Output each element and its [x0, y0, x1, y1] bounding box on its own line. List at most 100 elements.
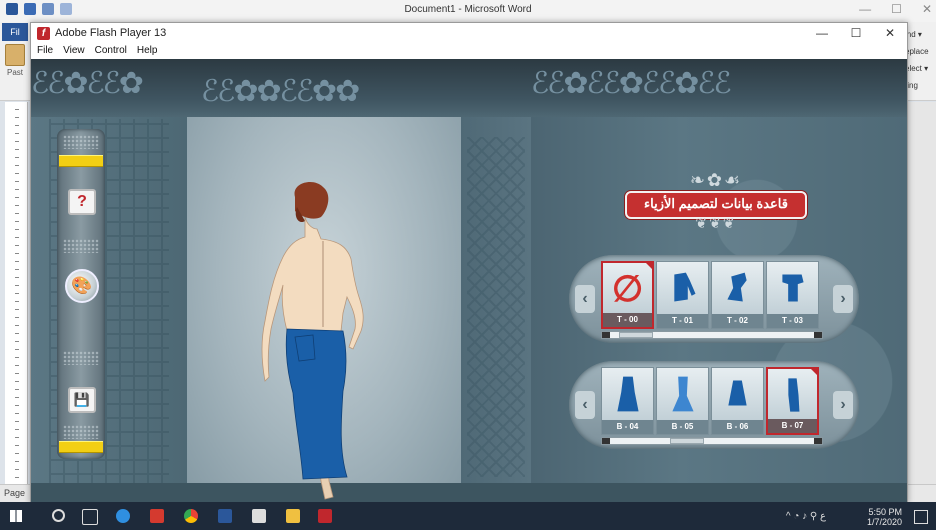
notification-icon[interactable]	[914, 510, 928, 524]
none-icon: ∅	[611, 268, 644, 309]
store-icon[interactable]	[252, 509, 266, 523]
ornament-center: ℰℰ✿✿ℰℰ✿✿	[201, 75, 360, 108]
menu-file[interactable]: File	[37, 43, 53, 59]
ornamental-top-band: ℰℰ✿ℰℰ✿ ℰℰ✿✿ℰℰ✿✿ ℰℰ✿ℰℰ✿ℰℰ✿ℰℰ	[31, 59, 907, 117]
grip-dots	[63, 351, 99, 365]
help-icon: ?	[77, 193, 87, 210]
grip-dots	[63, 135, 99, 149]
mannequin-figure	[261, 182, 364, 500]
bottoms-scrollbar[interactable]	[601, 437, 823, 445]
search-icon[interactable]	[52, 509, 65, 522]
scroll-left-icon[interactable]	[602, 332, 610, 338]
help-button[interactable]: ?	[68, 189, 96, 215]
flash-minimize-button[interactable]: —	[805, 23, 839, 43]
word-find-button[interactable]: ind ▾	[905, 26, 936, 43]
clock-time: 5:50 PM	[868, 507, 902, 517]
pencil-skirt-icon	[788, 378, 800, 412]
toolbar-top-bar	[59, 155, 103, 167]
flash-logo-icon: f	[37, 27, 50, 40]
flash-player-window: f Adobe Flash Player 13 — ☐ ✕ File View …	[30, 22, 908, 504]
bottoms-prev-arrow-icon[interactable]: ‹	[575, 391, 595, 419]
floor-band	[31, 483, 907, 503]
flash-titlebar: f Adobe Flash Player 13 — ☐ ✕	[31, 23, 907, 43]
bottom-item-b04[interactable]: B - 04	[601, 367, 654, 435]
title-plaque: ❧✿☙ قاعدة بيانات لتصميم الأزياء ❦❦❦	[601, 171, 827, 231]
top-item-t00[interactable]: ∅ T - 00	[601, 261, 654, 329]
grip-dots	[63, 425, 99, 439]
mermaid-skirt-icon	[672, 376, 694, 412]
flash-taskbar-icon[interactable]	[318, 509, 332, 523]
word-replace-button[interactable]: eplace	[905, 43, 936, 60]
word-icon[interactable]	[218, 509, 232, 523]
menu-control[interactable]: Control	[95, 43, 127, 59]
scroll-right-icon[interactable]	[814, 332, 822, 338]
bottoms-scroll-thumb[interactable]	[670, 438, 705, 444]
ornament-left: ℰℰ✿ℰℰ✿	[31, 67, 144, 100]
palette-button[interactable]: 🎨	[65, 269, 99, 303]
grip-dots	[63, 239, 99, 253]
word-right-scrollbar[interactable]	[906, 102, 936, 484]
left-wall	[31, 99, 187, 503]
menu-help[interactable]: Help	[137, 43, 158, 59]
tops-scrollbar[interactable]	[601, 331, 823, 339]
top-item-label: T - 02	[712, 314, 763, 328]
top-item-t03[interactable]: T - 03	[766, 261, 819, 329]
app-red-icon[interactable]	[150, 509, 164, 523]
flash-window-controls: — ☐ ✕	[805, 23, 907, 43]
mannequin-hair	[294, 182, 329, 223]
top-item-t01[interactable]: T - 01	[656, 261, 709, 329]
bottom-item-label: B - 06	[712, 420, 763, 434]
chrome-icon[interactable]	[184, 509, 198, 523]
tool-panel: ? 🎨 💾	[57, 129, 105, 459]
word-document-title: Document1 - Microsoft Word	[404, 4, 532, 15]
flash-maximize-button[interactable]: ☐	[839, 23, 873, 43]
windows-taskbar: ^ ◔ ♪ ⚲ ع 5:50 PM 1/7/2020	[0, 502, 936, 530]
word-file-tab[interactable]: Fil	[2, 23, 28, 41]
word-close-button[interactable]: ✕	[922, 2, 932, 16]
top-item-label: T - 01	[657, 314, 708, 328]
ornament-bottom-icon: ❦❦❦	[695, 215, 737, 231]
bottom-item-label: B - 05	[657, 420, 708, 434]
clock-date: 1/7/2020	[866, 517, 902, 527]
clock[interactable]: 5:50 PM 1/7/2020	[867, 507, 902, 527]
top-item-t02[interactable]: T - 02	[711, 261, 764, 329]
tops-next-arrow-icon[interactable]: ›	[833, 285, 853, 313]
bottom-item-b05[interactable]: B - 05	[656, 367, 709, 435]
ornament-top-icon: ❧✿☙	[689, 170, 743, 190]
scroll-right-icon[interactable]	[814, 438, 822, 444]
word-editing-label: ting	[905, 81, 918, 90]
scroll-left-icon[interactable]	[602, 438, 610, 444]
flash-stage: ℰℰ✿ℰℰ✿ ℰℰ✿✿ℰℰ✿✿ ℰℰ✿ℰℰ✿ℰℰ✿ℰℰ ? 🎨 💾 ❧✿☙ قا…	[31, 59, 907, 503]
word-select-button[interactable]: elect ▾	[905, 60, 936, 77]
ornament-right: ℰℰ✿ℰℰ✿ℰℰ✿ℰℰ	[531, 67, 732, 100]
save-button[interactable]: 💾	[68, 387, 96, 413]
windows-start-icon[interactable]	[10, 510, 22, 522]
flared-skirt-icon	[617, 376, 639, 412]
top-item-label: T - 00	[603, 313, 652, 327]
language-indicator[interactable]: ع	[820, 511, 826, 522]
word-maximize-button[interactable]: ☐	[891, 2, 902, 16]
word-paste-label: Past	[6, 68, 23, 77]
flash-close-button[interactable]: ✕	[873, 23, 907, 43]
task-view-icon[interactable]	[82, 509, 98, 525]
tops-selector: ‹ ∅ T - 00 T - 01 T - 02 T - 03 ›	[569, 255, 859, 343]
top-item-label: T - 03	[767, 314, 818, 328]
file-explorer-icon[interactable]	[286, 509, 300, 523]
system-tray-icons[interactable]: ^ ◔ ♪ ⚲ ع	[786, 511, 826, 522]
bottom-item-b07[interactable]: B - 07	[766, 367, 819, 435]
tops-prev-arrow-icon[interactable]: ‹	[575, 285, 595, 313]
edge-icon[interactable]	[116, 509, 130, 523]
word-editing-group: ind ▾ eplace elect ▾ ting	[905, 26, 936, 94]
tops-scroll-thumb[interactable]	[618, 332, 653, 338]
menu-view[interactable]: View	[63, 43, 85, 59]
asymmetric-top-icon	[727, 272, 747, 302]
word-paste-button[interactable]: Past	[0, 42, 30, 77]
middle-pillar	[461, 117, 531, 503]
bottom-item-b06[interactable]: B - 06	[711, 367, 764, 435]
word-page-indicator[interactable]: Page	[4, 488, 25, 498]
a-line-skirt-icon	[728, 380, 747, 406]
word-minimize-button[interactable]: —	[859, 2, 871, 16]
palette-icon: 🎨	[71, 276, 93, 295]
bottoms-items: B - 04 B - 05 B - 06 B - 07	[601, 367, 823, 435]
bottoms-next-arrow-icon[interactable]: ›	[833, 391, 853, 419]
